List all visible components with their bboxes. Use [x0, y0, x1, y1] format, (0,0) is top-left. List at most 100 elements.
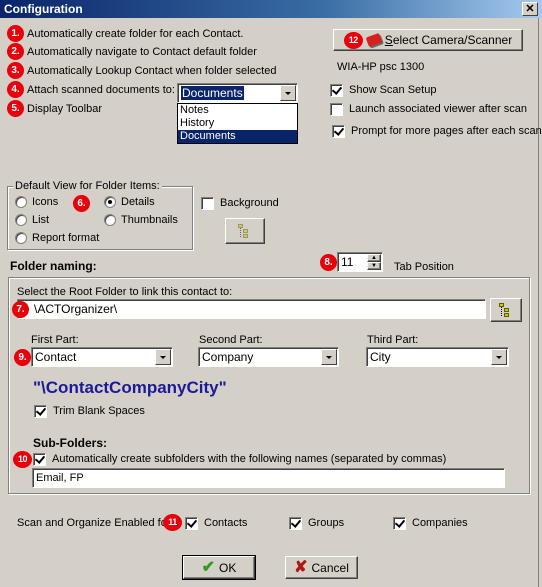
- checkbox[interactable]: [330, 83, 343, 97]
- third-part-dropdown[interactable]: City: [366, 347, 509, 367]
- select-camera-scanner-label: Select Camera/Scanner: [384, 33, 513, 47]
- badge: 1.: [7, 25, 24, 42]
- option-attach-scanned: 4. Attach scanned documents to:: [7, 81, 175, 98]
- radio-list[interactable]: List: [15, 213, 49, 227]
- first-part-label: First Part:: [31, 334, 79, 346]
- radio-label: List: [32, 214, 50, 226]
- tab-position-spinner[interactable]: 11 ▲ ▼: [337, 252, 383, 272]
- cancel-button[interactable]: ✘ Cancel: [285, 556, 358, 579]
- radio-thumbnails[interactable]: Thumbnails: [104, 213, 178, 227]
- option-create-folder: 1. Automatically create folder for each …: [7, 25, 243, 42]
- show-scan-setup-checkbox[interactable]: Show Scan Setup: [330, 83, 436, 97]
- checkbox-label: Background: [220, 197, 279, 209]
- option-label: Automatically create folder for each Con…: [27, 27, 244, 40]
- background-browse-button[interactable]: [225, 218, 265, 244]
- third-part-value: City: [370, 350, 391, 364]
- radio-report-format[interactable]: Report format: [15, 231, 99, 245]
- option-lookup-contact: 3. Automatically Lookup Contact when fol…: [7, 62, 276, 79]
- checkbox[interactable]: [393, 516, 406, 530]
- chevron-down-icon[interactable]: [491, 349, 507, 365]
- scan-groups-checkbox[interactable]: Groups: [289, 516, 344, 530]
- badge: 9.: [14, 349, 31, 366]
- radio[interactable]: [15, 196, 27, 208]
- second-part-value: Company: [202, 350, 254, 364]
- badge: 6.: [73, 195, 90, 212]
- window-title: Configuration: [4, 2, 83, 16]
- radio-icons[interactable]: Icons: [15, 195, 58, 209]
- dropdown-option-history[interactable]: History: [178, 117, 297, 130]
- checkbox[interactable]: [330, 102, 343, 116]
- radio[interactable]: [104, 196, 116, 208]
- checkbox[interactable]: [33, 452, 46, 466]
- checkbox[interactable]: [289, 516, 302, 530]
- spin-down-icon[interactable]: ▼: [367, 262, 381, 270]
- checkbox-label: Launch associated viewer after scan: [349, 103, 527, 115]
- checkbox-label: Groups: [308, 517, 345, 529]
- second-part-label: Second Part:: [199, 334, 263, 346]
- background-checkbox[interactable]: Background: [201, 196, 279, 210]
- checkbox[interactable]: [332, 124, 345, 138]
- checkbox[interactable]: [34, 404, 47, 418]
- select-camera-scanner-button[interactable]: 12 Select Camera/Scanner: [333, 29, 523, 51]
- folder-naming-heading: Folder naming:: [10, 259, 97, 273]
- scanner-icon: [365, 32, 383, 48]
- first-part-dropdown[interactable]: Contact: [31, 347, 173, 367]
- option-label: Attach scanned documents to:: [27, 83, 175, 96]
- cancel-label: Cancel: [311, 560, 349, 575]
- attach-to-dropdown[interactable]: Documents: [177, 83, 298, 103]
- radio-label: Details: [121, 196, 155, 208]
- auto-create-subfolders-checkbox[interactable]: Automatically create subfolders with the…: [33, 452, 446, 466]
- checkbox-label: Show Scan Setup: [349, 84, 437, 96]
- radio-label: Thumbnails: [121, 214, 178, 226]
- close-icon: ✕: [525, 3, 535, 15]
- badge: 12: [343, 31, 363, 49]
- chevron-down-icon[interactable]: [280, 85, 296, 101]
- option-label: Display Toolbar: [27, 102, 103, 115]
- selected-text: Documents: [181, 86, 244, 100]
- dropdown-option-notes[interactable]: Notes: [178, 104, 297, 117]
- folder-name-preview: "\ContactCompanyCity": [33, 378, 227, 397]
- chevron-down-icon[interactable]: [155, 349, 171, 365]
- prompt-more-pages-checkbox[interactable]: Prompt for more pages after each scan: [332, 124, 542, 138]
- spinner-buttons[interactable]: ▲ ▼: [367, 254, 381, 270]
- badge: 10: [13, 451, 32, 468]
- tab-position-value[interactable]: 11: [338, 255, 367, 269]
- scan-companies-checkbox[interactable]: Companies: [393, 516, 468, 530]
- option-label: Automatically navigate to Contact defaul…: [27, 45, 257, 58]
- attach-to-dropdown-list: Notes History Documents: [177, 103, 298, 144]
- window-border: [538, 18, 542, 587]
- subfolders-heading: Sub-Folders:: [33, 436, 107, 450]
- spin-up-icon[interactable]: ▲: [367, 254, 381, 262]
- scanner-device-name: WIA-HP psc 1300: [337, 61, 425, 73]
- checkbox-label: Companies: [412, 517, 468, 529]
- tab-position-label: Tab Position: [394, 261, 454, 273]
- radio[interactable]: [104, 214, 116, 226]
- chevron-down-icon[interactable]: [321, 349, 337, 365]
- second-part-dropdown[interactable]: Company: [198, 347, 339, 367]
- checkbox-label: Contacts: [204, 517, 248, 529]
- badge: 3.: [7, 62, 24, 79]
- radio[interactable]: [15, 232, 27, 244]
- root-folder-browse-button[interactable]: [490, 298, 522, 322]
- scan-contacts-checkbox[interactable]: Contacts: [185, 516, 247, 530]
- checkbox[interactable]: [185, 516, 198, 530]
- radio-details[interactable]: Details: [104, 195, 155, 209]
- close-button[interactable]: ✕: [522, 2, 538, 16]
- ok-button[interactable]: ✔ OK: [182, 555, 256, 580]
- dropdown-option-documents[interactable]: Documents: [178, 130, 297, 143]
- root-folder-label: Select the Root Folder to link this cont…: [17, 286, 233, 298]
- radio[interactable]: [15, 214, 27, 226]
- checkbox-label: Automatically create subfolders with the…: [52, 453, 447, 465]
- option-label: Automatically Lookup Contact when folder…: [27, 64, 277, 77]
- x-icon: ✘: [294, 558, 308, 576]
- trim-blank-spaces-checkbox[interactable]: Trim Blank Spaces: [34, 404, 145, 418]
- root-folder-value: \ACTOrganizer\: [34, 302, 118, 316]
- root-folder-input[interactable]: \ACTOrganizer\: [17, 299, 486, 319]
- first-part-value: Contact: [35, 350, 77, 364]
- folder-tree-icon: [238, 224, 252, 238]
- badge: 11: [163, 514, 182, 531]
- checkbox[interactable]: [201, 196, 214, 210]
- launch-viewer-checkbox[interactable]: Launch associated viewer after scan: [330, 102, 527, 116]
- scan-enabled-label: Scan and Organize Enabled for: [17, 517, 171, 529]
- subfolders-input[interactable]: Email, FP: [32, 468, 505, 488]
